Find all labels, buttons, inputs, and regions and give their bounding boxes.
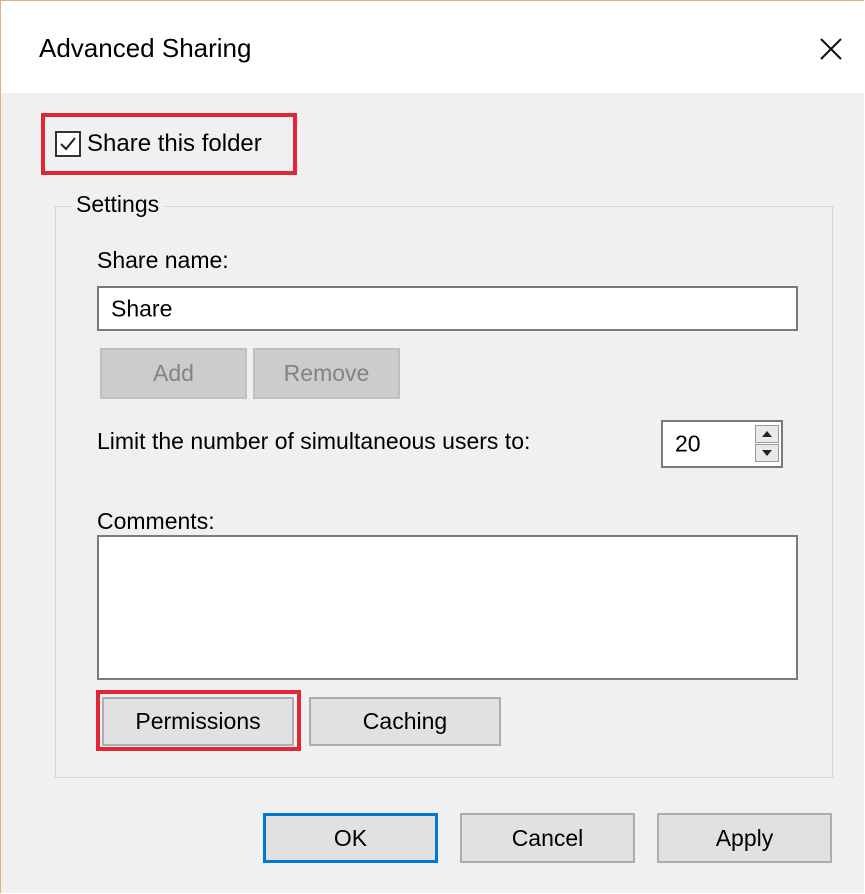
- limit-users-label: Limit the number of simultaneous users t…: [97, 428, 531, 454]
- share-name-value: Share: [111, 295, 173, 321]
- add-button[interactable]: Add: [100, 348, 247, 399]
- ok-button[interactable]: OK: [263, 813, 438, 863]
- spin-up-button[interactable]: [755, 425, 779, 443]
- dialog-title: Advanced Sharing: [39, 33, 252, 63]
- limit-users-value: 20: [675, 430, 701, 457]
- arrow-down-icon: [762, 450, 772, 456]
- close-button[interactable]: [809, 23, 853, 71]
- share-name-input[interactable]: Share: [97, 286, 798, 331]
- share-name-label: Share name:: [97, 247, 229, 273]
- settings-group-label: Settings: [71, 191, 165, 218]
- comments-textarea[interactable]: [97, 535, 798, 680]
- spin-down-button[interactable]: [755, 444, 779, 462]
- advanced-sharing-dialog: Advanced Sharing Share this folder Setti…: [0, 0, 864, 893]
- apply-button[interactable]: Apply: [657, 813, 832, 863]
- permissions-highlight: [96, 690, 301, 751]
- cancel-button[interactable]: Cancel: [460, 813, 635, 863]
- share-checkbox-highlight: [41, 113, 297, 175]
- comments-label: Comments:: [97, 508, 215, 534]
- title-bar: Advanced Sharing: [1, 1, 864, 93]
- caching-button[interactable]: Caching: [309, 697, 501, 746]
- limit-users-spinner: [753, 422, 783, 466]
- close-icon: [820, 38, 842, 60]
- remove-button[interactable]: Remove: [253, 348, 400, 399]
- arrow-up-icon: [762, 431, 772, 437]
